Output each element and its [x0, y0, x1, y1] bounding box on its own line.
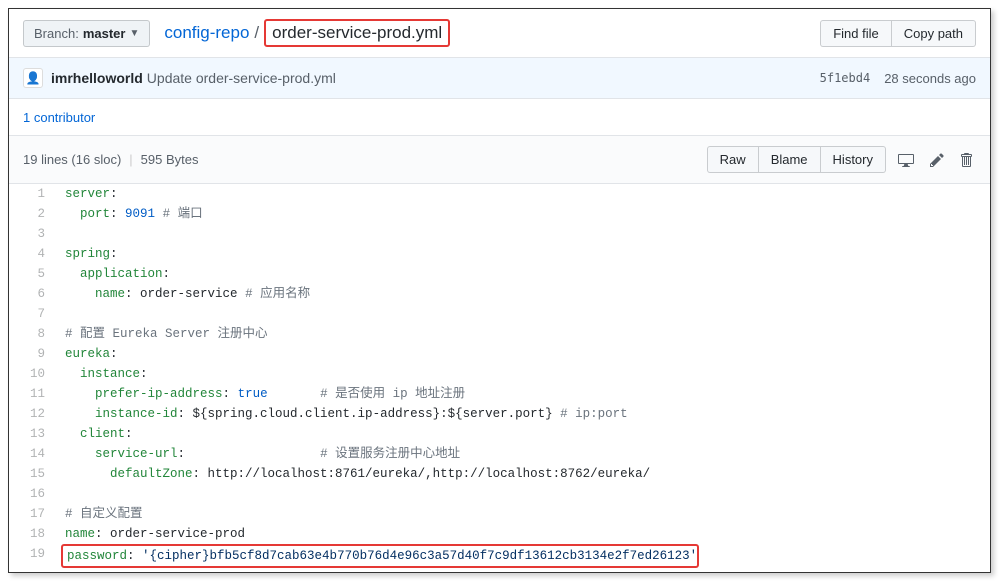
edit-icon[interactable] [926, 148, 948, 172]
code-line: 2 port: 9091 # 端口 [9, 204, 990, 224]
code-line: 15 defaultZone: http://localhost:8761/eu… [9, 464, 990, 484]
latest-commit-bar: 👤 imrhelloworld Update order-service-pro… [9, 58, 990, 99]
find-file-button[interactable]: Find file [820, 20, 891, 47]
raw-button[interactable]: Raw [707, 146, 758, 173]
line-number[interactable]: 13 [9, 424, 59, 444]
code-line: 12 instance-id: ${spring.cloud.client.ip… [9, 404, 990, 424]
desktop-icon[interactable] [894, 148, 918, 172]
commit-author[interactable]: imrhelloworld [51, 70, 143, 86]
line-content: client: [59, 424, 990, 444]
code-line: 19password: '{cipher}bfb5cf8d7cab63e4b77… [9, 544, 990, 568]
file-info: 19 lines (16 sloc) | 595 Bytes [23, 152, 199, 167]
code-line: 18name: order-service-prod [9, 524, 990, 544]
code-line: 7 [9, 304, 990, 324]
copy-path-button[interactable]: Copy path [891, 20, 976, 47]
line-number[interactable]: 3 [9, 224, 59, 244]
path-separator: / [251, 23, 262, 43]
commit-time: 28 seconds ago [884, 71, 976, 86]
code-line: 10 instance: [9, 364, 990, 384]
branch-label: Branch: [34, 26, 79, 41]
code-line: 5 application: [9, 264, 990, 284]
branch-selector[interactable]: Branch: master ▼ [23, 20, 150, 47]
file-actions: Raw Blame History [707, 146, 976, 173]
line-number[interactable]: 8 [9, 324, 59, 344]
line-content: name: order-service-prod [59, 524, 990, 544]
code-viewer: 1server:2 port: 9091 # 端口34spring:5 appl… [9, 184, 990, 568]
line-number[interactable]: 12 [9, 404, 59, 424]
line-content: prefer-ip-address: true # 是否使用 ip 地址注册 [59, 384, 990, 404]
line-content: password: '{cipher}bfb5cf8d7cab63e4b770b… [61, 544, 699, 568]
line-number[interactable]: 10 [9, 364, 59, 384]
code-line: 13 client: [9, 424, 990, 444]
line-content [59, 484, 990, 504]
current-filename: order-service-prod.yml [264, 19, 450, 47]
code-line: 16 [9, 484, 990, 504]
breadcrumb: config-repo / order-service-prod.yml [164, 19, 450, 47]
line-number[interactable]: 15 [9, 464, 59, 484]
line-content: # 自定义配置 [59, 504, 990, 524]
line-content: application: [59, 264, 990, 284]
chevron-down-icon: ▼ [129, 28, 139, 39]
commit-message[interactable]: Update order-service-prod.yml [147, 70, 336, 86]
line-content: server: [59, 184, 990, 204]
line-number[interactable]: 6 [9, 284, 59, 304]
line-content: defaultZone: http://localhost:8761/eurek… [59, 464, 990, 484]
line-number[interactable]: 19 [9, 544, 59, 568]
line-number[interactable]: 5 [9, 264, 59, 284]
code-line: 3 [9, 224, 990, 244]
code-line: 1server: [9, 184, 990, 204]
line-content: spring: [59, 244, 990, 264]
path-header: Branch: master ▼ config-repo / order-ser… [9, 9, 990, 58]
file-toolbar: 19 lines (16 sloc) | 595 Bytes Raw Blame… [9, 136, 990, 184]
line-content: eureka: [59, 344, 990, 364]
line-content [59, 224, 990, 244]
line-number[interactable]: 14 [9, 444, 59, 464]
line-number[interactable]: 11 [9, 384, 59, 404]
line-content: instance: [59, 364, 990, 384]
code-line: 11 prefer-ip-address: true # 是否使用 ip 地址注… [9, 384, 990, 404]
trash-icon[interactable] [956, 148, 976, 172]
history-button[interactable]: History [820, 146, 886, 173]
path-actions: Find file Copy path [820, 20, 976, 47]
repo-link[interactable]: config-repo [164, 23, 249, 43]
line-content: service-url: # 设置服务注册中心地址 [59, 444, 990, 464]
line-number[interactable]: 4 [9, 244, 59, 264]
contributors-bar: 1 contributor [9, 99, 990, 136]
line-content: # 配置 Eureka Server 注册中心 [59, 324, 990, 344]
line-content: name: order-service # 应用名称 [59, 284, 990, 304]
line-content: port: 9091 # 端口 [59, 204, 990, 224]
code-line: 6 name: order-service # 应用名称 [9, 284, 990, 304]
file-lines: 19 lines (16 sloc) [23, 152, 121, 167]
line-number[interactable]: 2 [9, 204, 59, 224]
code-line: 9eureka: [9, 344, 990, 364]
code-line: 17# 自定义配置 [9, 504, 990, 524]
branch-name: master [83, 26, 126, 41]
line-number[interactable]: 1 [9, 184, 59, 204]
commit-sha[interactable]: 5f1ebd4 [820, 71, 871, 85]
line-number[interactable]: 9 [9, 344, 59, 364]
file-viewer-frame: Branch: master ▼ config-repo / order-ser… [8, 8, 991, 573]
line-number[interactable]: 18 [9, 524, 59, 544]
line-number[interactable]: 17 [9, 504, 59, 524]
blame-button[interactable]: Blame [758, 146, 820, 173]
divider: | [129, 152, 132, 167]
line-number[interactable]: 7 [9, 304, 59, 324]
contributors-link[interactable]: 1 contributor [23, 110, 95, 125]
avatar[interactable]: 👤 [23, 68, 43, 88]
file-size: 595 Bytes [141, 152, 199, 167]
code-line: 14 service-url: # 设置服务注册中心地址 [9, 444, 990, 464]
line-number[interactable]: 16 [9, 484, 59, 504]
code-line: 4spring: [9, 244, 990, 264]
line-content [59, 304, 990, 324]
line-content: instance-id: ${spring.cloud.client.ip-ad… [59, 404, 990, 424]
code-line: 8# 配置 Eureka Server 注册中心 [9, 324, 990, 344]
